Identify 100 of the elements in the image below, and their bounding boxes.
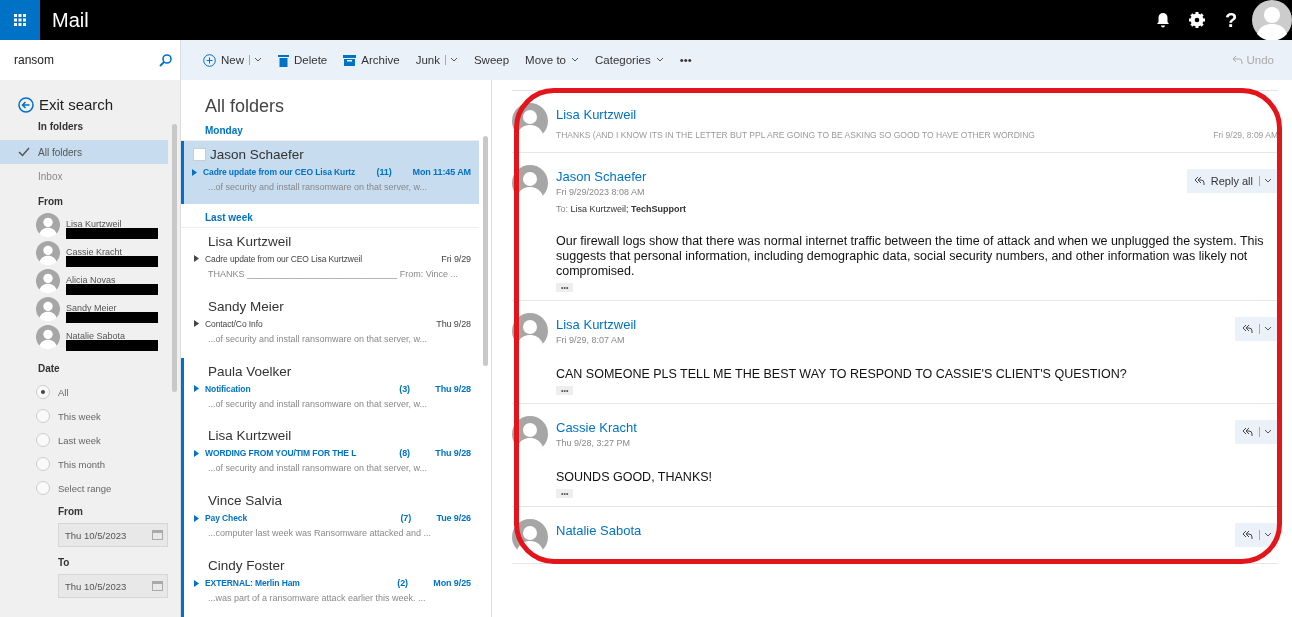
sender-filter-item[interactable]: Natalie Sabota: [66, 331, 126, 342]
caret-icon: [571, 57, 579, 63]
sender-filter-item[interactable]: Cassie Kracht: [66, 247, 123, 258]
avatar-icon: [36, 269, 60, 293]
message-sender: Lisa Kurtzweil: [208, 233, 292, 249]
help-button[interactable]: ?: [1214, 0, 1248, 40]
message-preview: ...of security and install ransomware on that server, w...: [208, 398, 429, 409]
message-sender: Lisa Kurtzweil: [208, 428, 292, 444]
scrollbar-thumb[interactable]: [171, 124, 177, 392]
message-preview: ...of security and install ransomware on that server, w...: [208, 333, 429, 344]
folder-item[interactable]: All folders: [0, 140, 168, 164]
scrollbar-thumb[interactable]: [482, 136, 488, 366]
sender-name[interactable]: Jason Schaefer: [556, 169, 647, 184]
reply-all-button[interactable]: [1235, 317, 1278, 341]
message-snippet: THANKS (AND I KNOW ITS IN THE LETTER BUT PPL ARE GOING TO BE ASKING SO GOOD TO HAVE OTHER WORDING: [556, 130, 1035, 140]
archive-icon: [343, 54, 357, 66]
message-subject: Cadre update from our CEO Lisa Kurtz: [203, 167, 357, 177]
dropdown-split[interactable]: [249, 55, 262, 65]
radio-button[interactable]: [36, 457, 50, 471]
message-subject: WORDING FROM YOU/TIM FOR THE L: [205, 448, 358, 459]
toolbar-button[interactable]: Junk: [415, 54, 458, 66]
sender-name[interactable]: Cassie Kracht: [556, 420, 637, 435]
reply-all-icon: [1241, 529, 1253, 541]
date-group-heading: Last week: [181, 209, 479, 228]
radio-button[interactable]: [36, 385, 50, 399]
app-launcher-button[interactable]: [0, 0, 40, 40]
caret-icon: [1264, 532, 1272, 538]
thread-count: (8): [399, 448, 411, 459]
toolbar-button[interactable]: Archive: [343, 54, 400, 66]
caret-icon: [254, 57, 262, 63]
sender-name[interactable]: Natalie Sabota: [556, 523, 1227, 538]
reply-all-button[interactable]: [1235, 420, 1278, 444]
reply-all-button[interactable]: Reply all: [1186, 169, 1278, 193]
settings-icon: [1189, 12, 1205, 28]
check-icon: [18, 147, 30, 157]
toolbar-button[interactable]: Categories: [595, 54, 664, 66]
waffle-icon: [14, 14, 26, 26]
message-date: Thu 9/28: [435, 383, 471, 394]
message-sender: Vince Salvia: [208, 493, 283, 509]
date-field[interactable]: Thu 10/5/2023: [58, 574, 168, 598]
dropdown-split[interactable]: [444, 55, 458, 65]
expand-arrow-icon: [192, 168, 197, 176]
checkbox[interactable]: [193, 148, 206, 161]
toolbar-button[interactable]: Sweep: [473, 54, 510, 66]
message-date: Tue 9/26: [436, 513, 471, 524]
sender-filter-item[interactable]: Alicia Novas: [66, 275, 116, 286]
account-avatar-icon[interactable]: [1252, 0, 1292, 40]
undo-icon: [1231, 55, 1243, 65]
calendar-icon: [152, 530, 163, 540]
avatar-icon: [36, 241, 60, 265]
avatar-icon: [36, 213, 60, 237]
message-body: Our firewall logs show that there was normal internet traffic between the time of attack and when we unplugged the system. This suggests that personal information, including demographic data, social security numbers, and other information was likely not compromised.: [556, 234, 1265, 279]
expand-arrow-icon: [194, 579, 199, 587]
date-radio-option[interactable]: This week: [0, 404, 168, 428]
sender-name[interactable]: Lisa Kurtzweil: [556, 107, 1278, 122]
app-title: Mail: [52, 8, 90, 32]
message-body: SOUNDS GOOD, THANKS!: [556, 470, 714, 485]
message-date: Fri 9/29, 8:09 AM: [1213, 130, 1278, 140]
date-radio-option[interactable]: Last week: [0, 428, 168, 452]
trash-icon: [278, 53, 289, 67]
message-preview: ...of security and install ransomware on that server, w...: [207, 182, 429, 192]
avatar-icon: [512, 519, 548, 555]
section-heading: In folders: [37, 121, 84, 132]
radio-button[interactable]: [36, 433, 50, 447]
message-sender: Sandy Meier: [208, 298, 284, 314]
message-item[interactable]: Jason Schaefer Cadre update from our CEO Lisa Kurtz (11) Mon 11:45 AM ...of security and install ransomware on that server, w...: [181, 141, 479, 204]
message-preview: ...of security and install ransomware on that server, w...: [208, 463, 429, 474]
expand-arrow-icon: [194, 514, 199, 522]
more-button[interactable]: •••: [679, 54, 692, 66]
date-radio-option[interactable]: All: [0, 380, 168, 404]
message-sender: Jason Schaefer: [210, 147, 304, 162]
date-radio-option[interactable]: Select range: [0, 476, 168, 500]
message-date: Mon 9/25: [433, 578, 471, 589]
section-heading: From: [37, 196, 64, 207]
calendar-icon: [152, 581, 163, 591]
expand-arrow-icon: [194, 449, 199, 457]
sender-name[interactable]: Lisa Kurtzweil: [556, 317, 637, 332]
message-preview: THANKS ______________________________ From: Vince ...: [208, 268, 460, 279]
thread-count: (2): [397, 578, 409, 589]
caret-icon: [449, 57, 458, 63]
message-body: CAN SOMEONE PLS TELL ME THE BEST WAY TO RESPOND TO CASSIE'S CLIENT'S QUESTION?: [556, 367, 1128, 382]
reply-all-button[interactable]: [1235, 523, 1278, 547]
search-icon: [159, 53, 172, 67]
plus-icon: [203, 53, 216, 67]
sender-filter-item[interactable]: Sandy Meier: [66, 303, 117, 314]
date-field[interactable]: Thu 10/5/2023: [58, 523, 168, 547]
avatar-icon: [36, 297, 60, 321]
expand-arrow-icon: [194, 385, 199, 393]
message-subject: Pay Check: [205, 513, 249, 524]
toolbar-button[interactable]: New: [203, 53, 262, 67]
date-radio-option[interactable]: This month: [0, 452, 168, 476]
message-date: Thu 9/28: [436, 318, 471, 329]
sender-filter-item[interactable]: Lisa Kurtzweil: [66, 219, 122, 230]
radio-button[interactable]: [36, 409, 50, 423]
toolbar-button[interactable]: Delete: [278, 53, 328, 67]
search-field[interactable]: ransom: [0, 40, 180, 80]
message-subject: Notification: [205, 383, 252, 394]
radio-button[interactable]: [36, 481, 50, 495]
toolbar-button[interactable]: Move to: [525, 54, 579, 66]
exit-search-link[interactable]: Exit search: [0, 96, 168, 113]
